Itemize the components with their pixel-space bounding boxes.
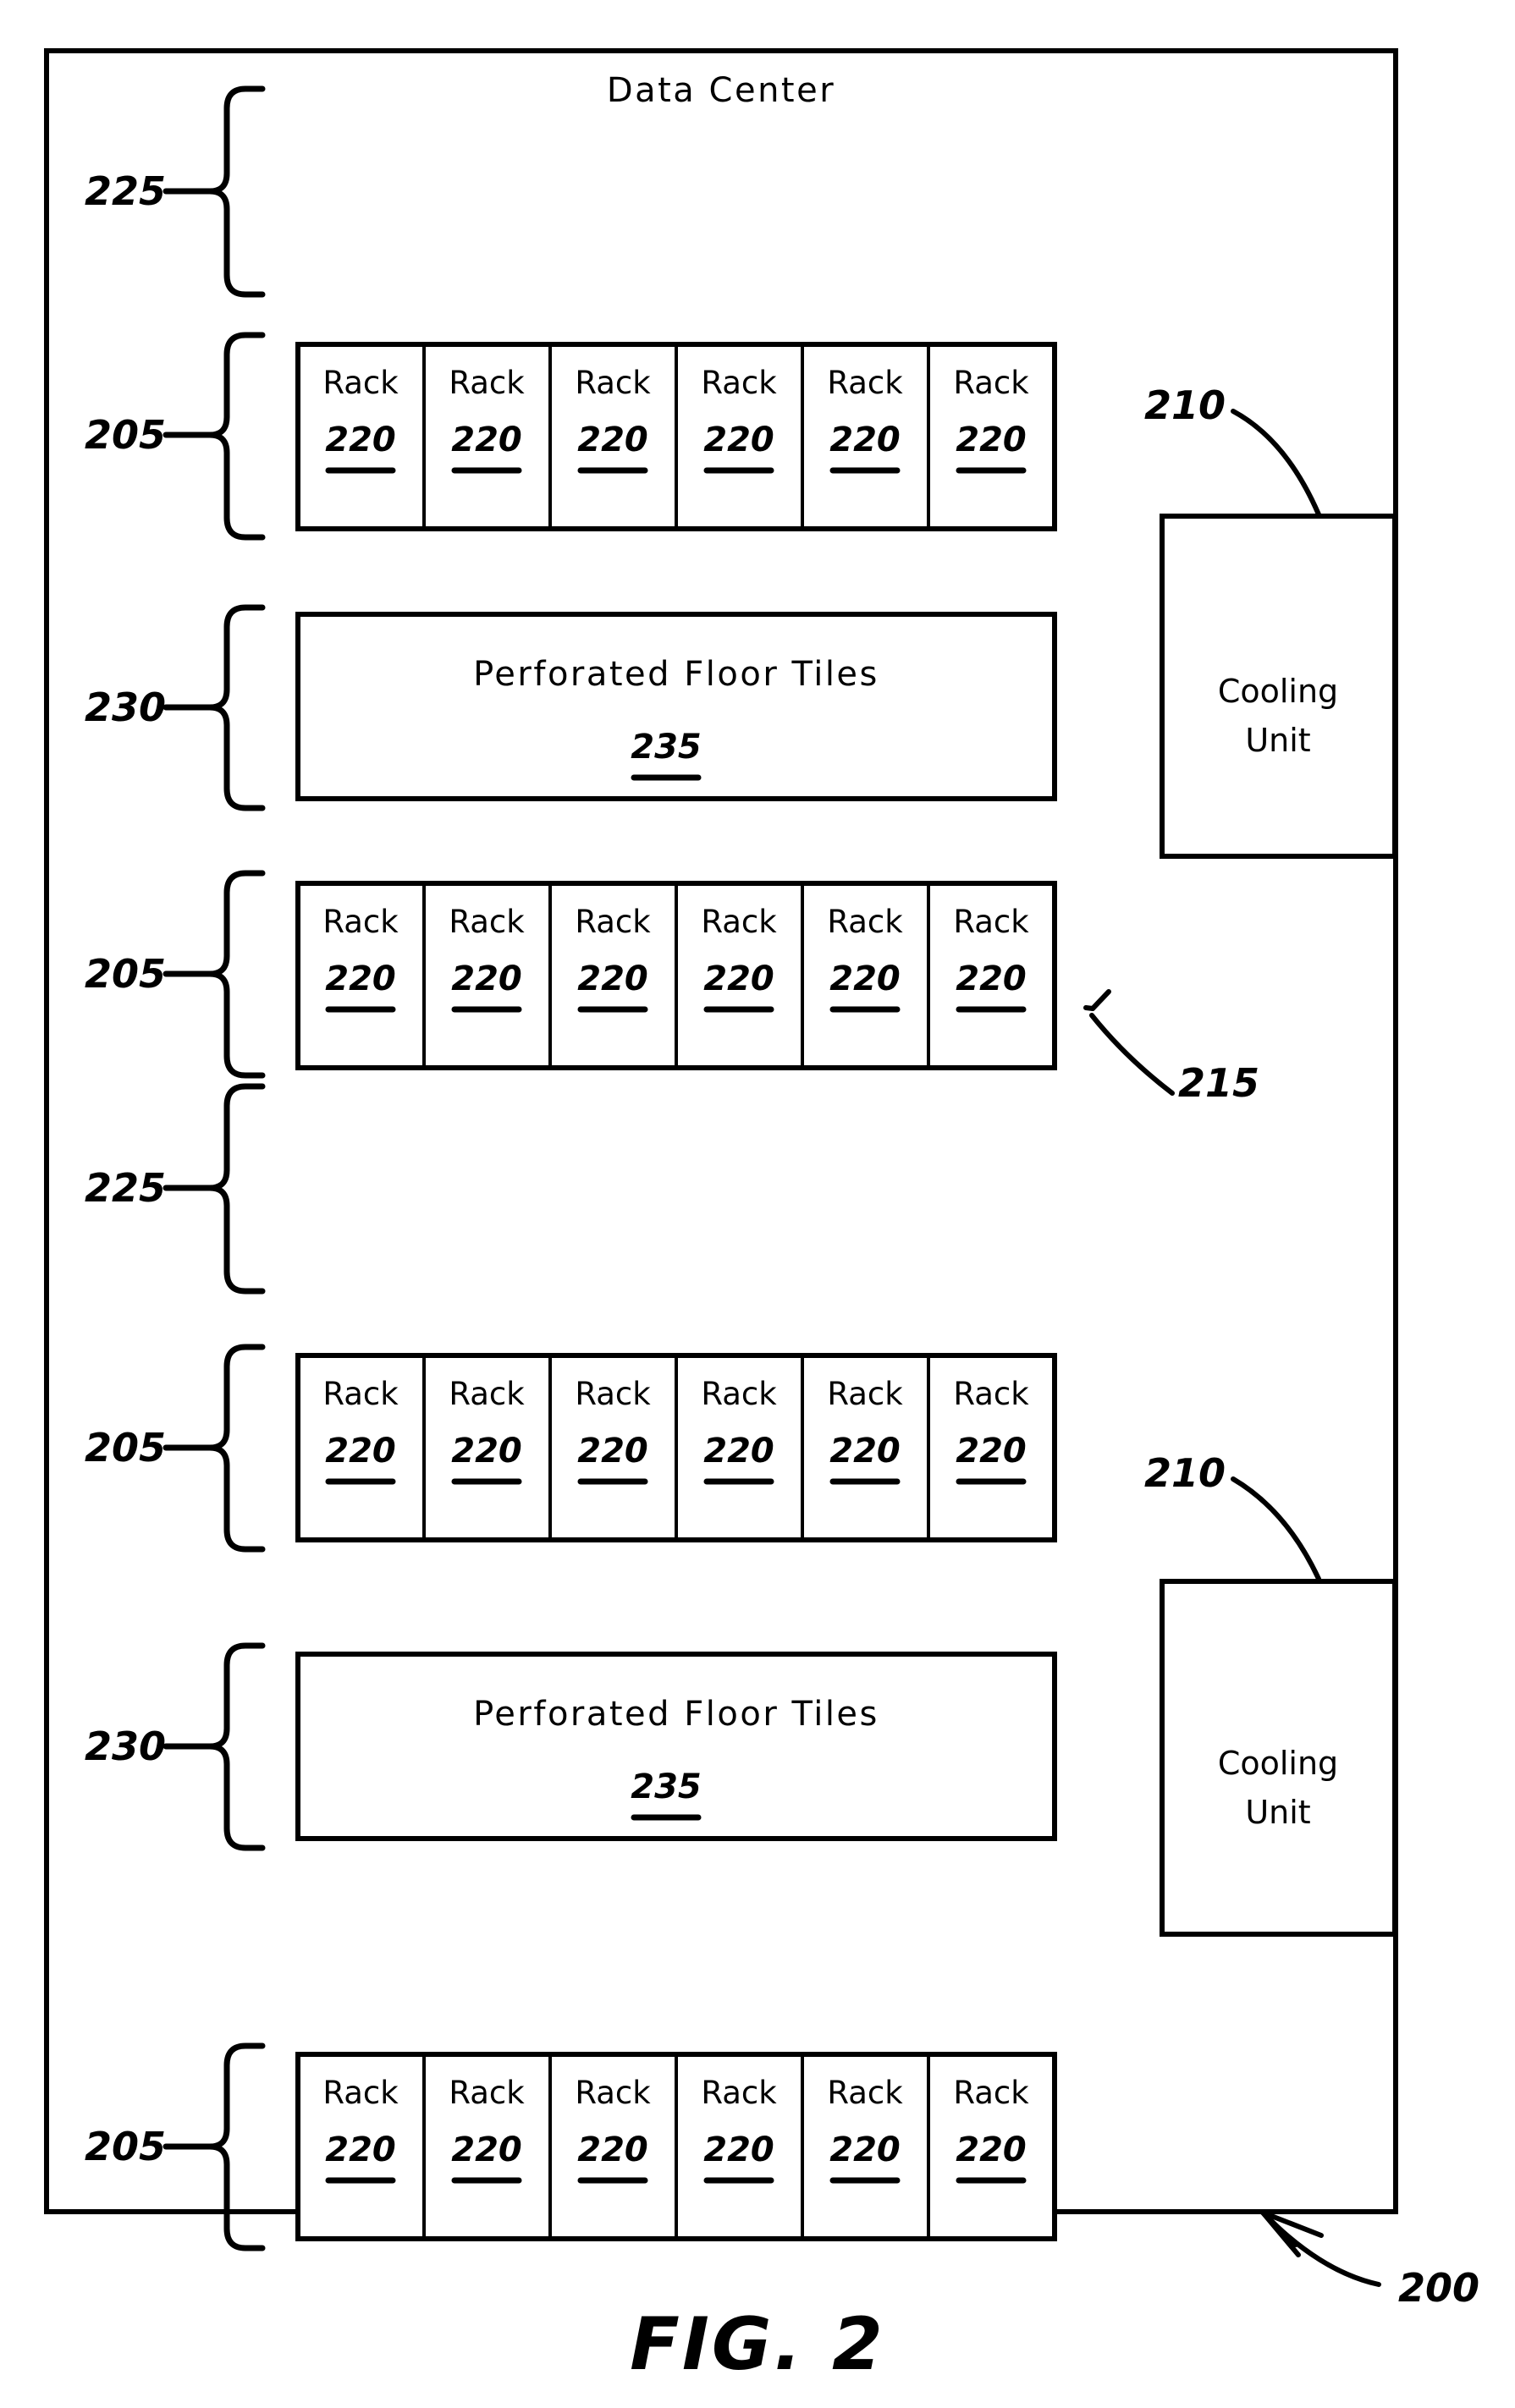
rack-label: Rack <box>953 2075 1029 2111</box>
rack-label: Rack <box>953 365 1029 401</box>
rack-label: Rack <box>827 1376 903 1412</box>
cooling-unit-line2: Unit <box>1245 722 1310 759</box>
rack-label: Rack <box>575 2075 651 2111</box>
rack-label: Rack <box>701 904 777 940</box>
rack-label: Rack <box>953 1376 1029 1412</box>
rack-label: Rack <box>827 365 903 401</box>
rack-label: Rack <box>449 904 525 940</box>
ref-label-210-top: 210 <box>1144 382 1226 428</box>
rack-label: Rack <box>322 365 399 401</box>
rack-ref: 220 <box>829 1432 901 1471</box>
floor-tiles-box <box>295 1652 1057 1841</box>
rack-label: Rack <box>322 1376 399 1412</box>
patent-figure: Data Center 225 205 Rack 220 Rack 220 Ra… <box>0 0 1515 2408</box>
rack-ref: 220 <box>325 421 396 459</box>
rack-ref: 220 <box>577 1432 648 1471</box>
ref-label-230-bottom: 230 <box>85 1724 166 1769</box>
rack-label: Rack <box>701 1376 777 1412</box>
cooling-unit-2[interactable]: Cooling Unit <box>1160 1579 1397 1937</box>
rack-ref: 220 <box>829 959 901 998</box>
rack-label: Rack <box>449 2075 525 2111</box>
leader-200 <box>1260 2210 1381 2287</box>
rack-ref: 220 <box>451 2130 522 2169</box>
ref-label-200: 200 <box>1398 2265 1479 2311</box>
rack-ref: 220 <box>325 959 396 998</box>
cooling-unit-1[interactable]: Cooling Unit <box>1160 514 1397 859</box>
rack-ref: 220 <box>451 421 522 459</box>
rack-label: Rack <box>953 904 1029 940</box>
rack-label: Rack <box>701 2075 777 2111</box>
rack-ref: 220 <box>956 1432 1027 1471</box>
cooling-unit-line2: Unit <box>1245 1794 1310 1831</box>
rack-ref: 220 <box>956 959 1027 998</box>
floor-tiles-label: Perforated Floor Tiles <box>473 1695 879 1734</box>
rack-label: Rack <box>701 365 777 401</box>
rack-row-2: Rack 220 Rack 220 Rack 220 Rack 220 Rack… <box>295 881 1057 1070</box>
ref-label-205-row4: 205 <box>85 2124 166 2169</box>
ref-label-225-middle: 225 <box>85 1165 166 1211</box>
ref-label-210-bottom: 210 <box>1144 1450 1226 1496</box>
rack-label: Rack <box>827 904 903 940</box>
rack-label: Rack <box>575 1376 651 1412</box>
rack-ref: 220 <box>703 1432 774 1471</box>
rack-ref: 220 <box>703 959 774 998</box>
rack-ref: 220 <box>703 421 774 459</box>
rack-ref: 220 <box>451 1432 522 1471</box>
rack-ref: 220 <box>956 421 1027 459</box>
rack-label: Rack <box>449 1376 525 1412</box>
rack-ref: 220 <box>577 959 648 998</box>
rack-label: Rack <box>322 2075 399 2111</box>
ref-label-215: 215 <box>1178 1060 1259 1106</box>
rack-label: Rack <box>827 2075 903 2111</box>
rack-label: Rack <box>575 904 651 940</box>
perforated-floor-tiles-1[interactable]: Perforated Floor Tiles 235 <box>295 612 1057 801</box>
floor-tiles-box <box>295 612 1057 801</box>
perforated-floor-tiles-2[interactable]: Perforated Floor Tiles 235 <box>295 1652 1057 1841</box>
floor-tiles-ref: 235 <box>631 728 702 767</box>
cooling-unit-line1: Cooling <box>1218 673 1338 710</box>
rack-label: Rack <box>449 365 525 401</box>
ref-label-225-top: 225 <box>85 168 166 214</box>
ref-label-230-top: 230 <box>85 684 166 730</box>
page-title: Data Center <box>607 71 835 110</box>
rack-ref: 220 <box>577 421 648 459</box>
figure-caption: FIG. 2 <box>630 2302 885 2387</box>
rack-ref: 220 <box>829 2130 901 2169</box>
floor-tiles-label: Perforated Floor Tiles <box>473 655 879 694</box>
cooling-unit-line1: Cooling <box>1218 1745 1338 1782</box>
ref-label-205-row2: 205 <box>85 951 166 997</box>
rack-ref: 220 <box>451 959 522 998</box>
floor-tiles-ref: 235 <box>631 1768 702 1806</box>
ref-label-205-row1: 205 <box>85 412 166 458</box>
rack-ref: 220 <box>325 2130 396 2169</box>
rack-ref: 220 <box>956 2130 1027 2169</box>
rack-label: Rack <box>575 365 651 401</box>
rack-ref: 220 <box>829 421 901 459</box>
ref-label-205-row3: 205 <box>85 1425 166 1471</box>
rack-ref: 220 <box>577 2130 648 2169</box>
rack-label: Rack <box>322 904 399 940</box>
rack-row-1: Rack 220 Rack 220 Rack 220 Rack 220 Rack… <box>295 342 1057 531</box>
rack-row-4: Rack 220 Rack 220 Rack 220 Rack 220 Rack… <box>295 2052 1057 2241</box>
rack-row-3: Rack 220 Rack 220 Rack 220 Rack 220 Rack… <box>295 1353 1057 1542</box>
rack-ref: 220 <box>703 2130 774 2169</box>
rack-ref: 220 <box>325 1432 396 1471</box>
